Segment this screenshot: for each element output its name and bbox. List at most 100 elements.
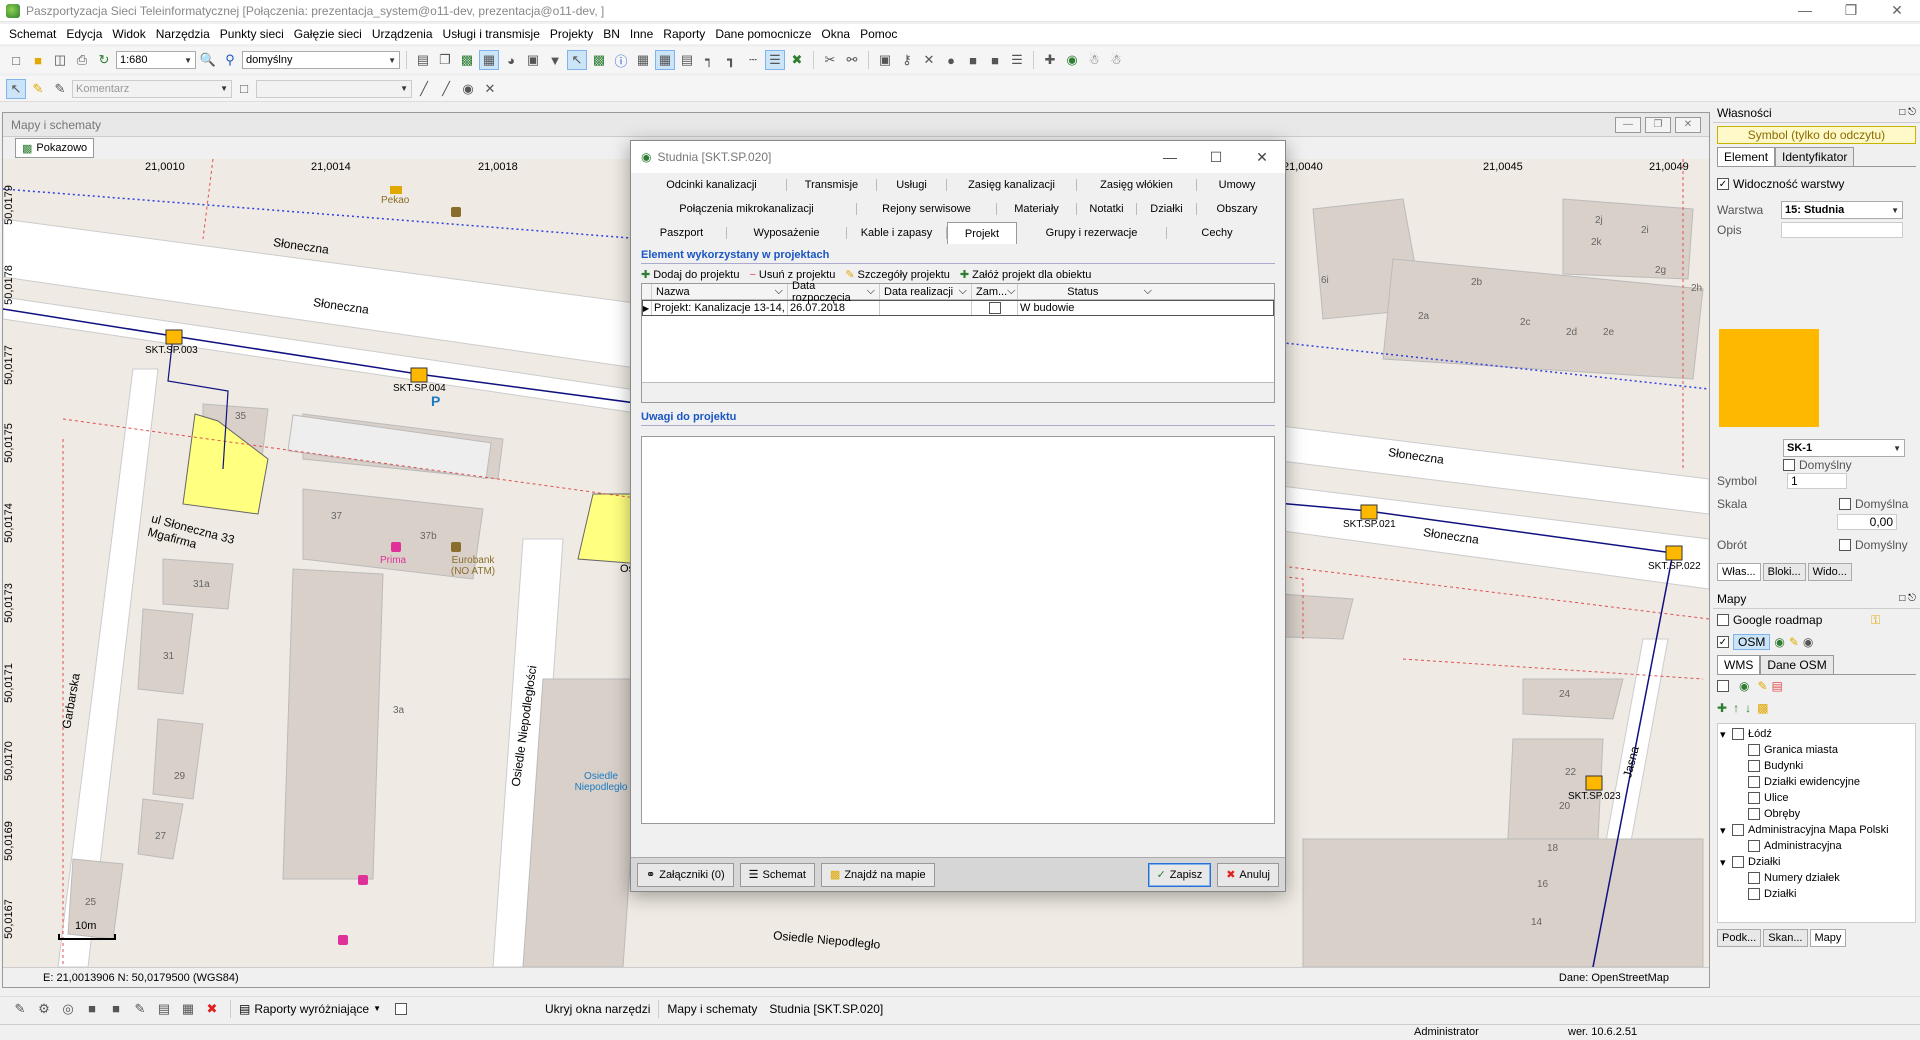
key-icon[interactable]: ⚿	[1871, 613, 1880, 628]
maps-panel-pin-icon[interactable]: □ ⎋	[1899, 593, 1916, 604]
zoom-icon[interactable]: 🔍	[198, 50, 218, 70]
square2-icon[interactable]: ■	[985, 50, 1005, 70]
add-to-project-button[interactable]: ✚ Dodaj do projektu	[641, 268, 739, 282]
delete-icon[interactable]: ✕	[919, 50, 939, 70]
style-combo[interactable]: domyślny ▼	[242, 51, 400, 69]
tab-grupy-i-rezerwacje[interactable]: Grupy i rezerwacje	[1017, 227, 1167, 239]
table-icon[interactable]: ▦	[633, 50, 653, 70]
node-label[interactable]: SKT.SP.023	[1568, 791, 1621, 802]
dialog-maximize-button[interactable]: ☐	[1193, 149, 1239, 166]
attachments-button[interactable]: ⚭ Załączniki (0)	[637, 862, 734, 887]
menu-dane-pomocnicze[interactable]: Dane pomocnicze	[710, 27, 816, 41]
tab-element[interactable]: Element	[1717, 147, 1776, 166]
add-layer-icon[interactable]: ✚	[1717, 701, 1727, 715]
tab-uslugi[interactable]: Usługi	[877, 179, 947, 191]
menu-widok[interactable]: Widok	[107, 27, 150, 41]
copy-icon[interactable]: ❐	[435, 50, 455, 70]
col-status[interactable]: Status ⌵	[1018, 284, 1156, 299]
move-up-icon[interactable]: ↑	[1733, 701, 1739, 715]
menu-narzedzia[interactable]: Narzędzia	[151, 27, 215, 41]
find-on-map-button[interactable]: ▩ Znajdź na mapie	[820, 862, 935, 887]
filter-icon[interactable]: ⌵	[1007, 285, 1015, 298]
tree-node[interactable]: Działki	[1720, 886, 1913, 902]
visibility-checkbox[interactable]: ✓	[1717, 178, 1729, 190]
tab-wyposazenie[interactable]: Wyposażenie	[727, 227, 847, 239]
col-nazwa[interactable]: Nazwa ⌵	[652, 284, 788, 299]
close-button[interactable]: ✕	[1874, 0, 1920, 22]
square2-icon[interactable]: ■	[106, 999, 126, 1019]
square-icon[interactable]: ■	[82, 999, 102, 1019]
tab-widoki[interactable]: Wido...	[1807, 563, 1852, 581]
tab-rejony-serwisowe[interactable]: Rejony serwisowe	[857, 203, 997, 215]
node-label[interactable]: SKT.SP.003	[145, 345, 198, 356]
menu-punkty-sieci[interactable]: Punkty sieci	[215, 27, 289, 41]
tree-node[interactable]: Obręby	[1720, 806, 1913, 822]
tab-pokazowo[interactable]: ▩ Pokazowo	[15, 138, 95, 158]
target-icon[interactable]: ◎	[58, 999, 78, 1019]
pointer-icon[interactable]: ↖	[567, 50, 587, 70]
pen-icon[interactable]: ✎	[10, 999, 30, 1019]
print-icon[interactable]: ⎙	[72, 50, 92, 70]
wms-layers-icon[interactable]: ▤	[1772, 679, 1783, 693]
tab-dane-osm[interactable]: Dane OSM	[1760, 655, 1834, 674]
osm-checkbox[interactable]: ✓	[1717, 636, 1729, 648]
stack-icon[interactable]: ☰	[1007, 50, 1027, 70]
tab-mapy[interactable]: Mapy	[1809, 929, 1847, 947]
edit-box-icon[interactable]: ✎	[130, 999, 150, 1019]
tree-node[interactable]: ▾ Łódź	[1720, 726, 1913, 742]
symbol-combo[interactable]: SK-1 ▼	[1783, 439, 1905, 457]
tab-obszary[interactable]: Obszary	[1197, 203, 1277, 215]
window-tab-maps[interactable]: Mapy i schematy	[667, 1002, 757, 1016]
node-label[interactable]: SKT.SP.021	[1343, 519, 1396, 530]
osm-globe-icon[interactable]: ◉	[1774, 635, 1784, 649]
hierarchy-icon[interactable]: ⚙	[34, 999, 54, 1019]
reports-checkbox[interactable]	[394, 1002, 407, 1015]
eye-icon[interactable]: ◉	[458, 79, 478, 99]
menu-schemat[interactable]: Schemat	[4, 27, 61, 41]
layer-combo[interactable]: 15: Studnia ▼	[1781, 201, 1903, 219]
rotation-field[interactable]: 0,00	[1837, 514, 1897, 530]
menu-pomoc[interactable]: Pomoc	[855, 27, 902, 41]
filter-icon[interactable]: ⌵	[959, 285, 967, 298]
line2-icon[interactable]: ╱	[436, 79, 456, 99]
dialog-close-button[interactable]: ✕	[1239, 149, 1285, 166]
route-icon[interactable]: ┑	[699, 50, 719, 70]
tab-wms[interactable]: WMS	[1717, 655, 1761, 674]
rotation-default-checkbox[interactable]	[1839, 539, 1851, 551]
menu-projekty[interactable]: Projekty	[545, 27, 598, 41]
schema-button[interactable]: ☰ Schemat	[739, 862, 815, 887]
tab-kable-i-zapasy[interactable]: Kable i zapasy	[847, 227, 947, 239]
tab-polaczenia-mikrokanalizacji[interactable]: Połączenia mikrokanalizacji	[637, 203, 857, 215]
tab-odcinki-kanalizacji[interactable]: Odcinki kanalizacji	[637, 179, 787, 191]
window-tab-studnia[interactable]: Studnia [SKT.SP.020]	[769, 1002, 883, 1016]
panel-pin-icon[interactable]: □ ⎋	[1899, 107, 1916, 118]
empty-combo[interactable]: ▼	[256, 79, 412, 98]
info-icon[interactable]: ⓘ	[611, 50, 631, 70]
brush-icon[interactable]: ✎	[50, 79, 70, 99]
tree-node[interactable]: Granica miasta	[1720, 742, 1913, 758]
box-icon[interactable]: ▣	[875, 50, 895, 70]
wms-edit-icon[interactable]: ✎	[1757, 679, 1767, 693]
binoculars-icon[interactable]: ◕	[501, 50, 521, 70]
tab-identifier[interactable]: Identyfikator	[1775, 147, 1855, 166]
line-icon[interactable]: ╱	[414, 79, 434, 99]
tab-notatki[interactable]: Notatki	[1077, 203, 1137, 215]
save-button[interactable]: ✓ Zapisz	[1147, 862, 1212, 887]
menu-galezie-sieci[interactable]: Gałęzie sieci	[289, 27, 367, 41]
scale-combo[interactable]: 1:680 ▼	[116, 51, 196, 69]
x-red-icon[interactable]: ✖	[202, 999, 222, 1019]
lock-icon[interactable]: □	[234, 79, 254, 99]
doc-icon[interactable]: ▤	[154, 999, 174, 1019]
fit-icon[interactable]: ✖	[787, 50, 807, 70]
scale-default-checkbox[interactable]	[1839, 498, 1851, 510]
square-icon[interactable]: ■	[963, 50, 983, 70]
tab-dzialki[interactable]: Działki	[1137, 203, 1197, 215]
tab-paszport[interactable]: Paszport	[637, 227, 727, 239]
image-icon[interactable]: ▩	[1757, 701, 1768, 715]
unlink-icon[interactable]: ⚷	[897, 50, 917, 70]
circle-icon[interactable]: ●	[941, 50, 961, 70]
filter-icon[interactable]: ⌵	[775, 285, 783, 298]
tab-podklady[interactable]: Podk...	[1717, 929, 1762, 947]
menu-urzadzenia[interactable]: Urządzenia	[367, 27, 438, 41]
bus-icon[interactable]: ▣	[523, 50, 543, 70]
